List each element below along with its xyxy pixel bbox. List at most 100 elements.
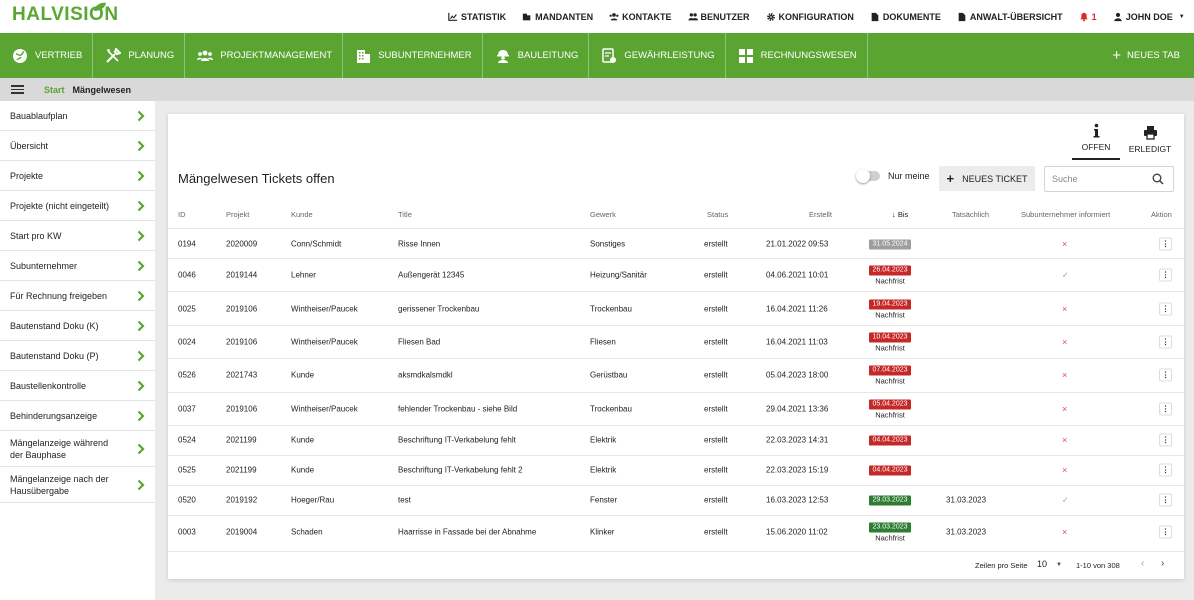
new-ticket-button[interactable]: + NEUES TICKET [939,166,1035,191]
menu-icon[interactable] [11,85,24,94]
sidebar-item-label: Mängelanzeige während der Bauphase [10,437,109,460]
mainnav-item-planung[interactable]: PLANUNG [93,33,186,78]
table-row[interactable]: 0526 2021743 Kunde aksmdkalsmdkl Gerüstbau er… [168,358,1184,391]
mainnav-item-subunternehmer[interactable]: SUBUNTERNEHMER [343,33,483,78]
sidebar-item[interactable]: Mängelanzeige während der Bauphase [0,431,155,467]
more-actions-button[interactable]: ⋮ [1159,268,1172,282]
chevron-down-icon[interactable]: ▼ [1056,562,1062,568]
topnav-item-kontakte[interactable]: KONTAKTE [609,12,672,22]
topnav-item-mandanten[interactable]: MANDANTEN [522,12,593,22]
column-tatsaechlich[interactable]: Tatsächlich [952,210,989,219]
column-projekt[interactable]: Projekt [226,210,249,219]
previous-page-button[interactable]: ‹ [1141,558,1144,569]
next-page-button[interactable]: › [1161,558,1164,569]
cell-bis: 26.04.2023 Nachfrist [865,265,915,286]
nachfrist-label: Nachfrist [875,410,905,420]
column-gewerk[interactable]: Gewerk [590,210,616,219]
table-row[interactable]: 0525 2021199 Kunde Beschriftung IT-Verkabel… [168,454,1184,485]
chevron-down-icon[interactable]: ▼ [1179,14,1185,20]
more-actions-button[interactable]: ⋮ [1159,335,1172,349]
cell-gewerk: Trockenbau [590,404,632,414]
mainnav-item-vertrieb[interactable]: VERTRIEB [0,33,94,78]
status-tabs: OFFEN ERLEDIGT [1066,120,1174,160]
cell-id: 0525 [178,465,196,475]
more-actions-button[interactable]: ⋮ [1159,525,1172,539]
search-input[interactable] [1045,167,1145,191]
mainnav-item-rechnungswesen[interactable]: RECHNUNGSWESEN [726,33,868,78]
column-bis[interactable]: ↓ Bis [892,210,908,219]
sidebar-item[interactable]: Bautenstand Doku (P) [0,341,155,371]
table-row[interactable]: 0025 2019106 Wintheiser/Paucek gerissener T… [168,291,1184,324]
new-tab-button[interactable]: + NEUES TAB [1112,33,1180,78]
nachfrist-label: Nachfrist [875,276,905,286]
due-date-badge: 07.04.2023 [869,365,911,376]
table-row[interactable]: 0520 2019192 Hoeger/Rau test Fenster erstellt… [168,484,1184,515]
tab-offen[interactable]: OFFEN [1072,120,1120,160]
mainnav-label: GEWÄHRLEISTUNG [624,50,715,61]
topnav-item-konfiguration[interactable]: KONFIGURATION [766,12,854,22]
due-date-badge: 04.04.2023 [869,465,911,476]
more-actions-button[interactable]: ⋮ [1159,463,1172,477]
sidebar-item[interactable]: Für Rechnung freigeben [0,281,155,311]
cell-title: gerissener Trockenbau [398,304,480,314]
more-actions-button[interactable]: ⋮ [1159,302,1172,316]
sidebar-item[interactable]: Bautenstand Doku (K) [0,311,155,341]
table-row[interactable]: 0003 2019004 Schaden Haarrisse in Fassade b… [168,514,1184,548]
table-row[interactable]: 0046 2019144 Lehner Außengerät 12345 Heizung… [168,258,1184,291]
more-actions-button[interactable]: ⋮ [1159,493,1172,507]
due-date-badge: 04.04.2023 [869,435,911,446]
mainnav-item-gew-hrleistung[interactable]: GEWÄHRLEISTUNG [589,33,726,78]
topnav-item-anwalt-übersicht[interactable]: ANWALT-ÜBERSICHT [957,12,1063,22]
cell-status: erstellt [704,370,728,380]
column-status[interactable]: Status [707,210,728,219]
sidebar-item[interactable]: Subunternehmer [0,251,155,281]
column-erstellt[interactable]: Erstellt [809,210,832,219]
cell-kunde: Wintheiser/Paucek [291,404,358,414]
topnav-item-dokumente[interactable]: DOKUMENTE [870,12,941,22]
topnav-item-1[interactable]: 1 [1079,12,1097,22]
more-actions-button[interactable]: ⋮ [1159,402,1172,416]
sidebar-item-label: Bautenstand Doku (P) [10,350,99,361]
only-mine-toggle[interactable]: Nur meine [856,169,930,183]
sidebar-item[interactable]: Mängelanzeige nach der Hausübergabe [0,467,155,503]
column-kunde[interactable]: Kunde [291,210,313,219]
cell-id: 0025 [178,304,196,314]
sidebar-item[interactable]: Übersicht [0,131,155,161]
sidebar-item[interactable]: Bauablaufplan [0,101,155,131]
table-row[interactable]: 0194 2020009 Conn/Schmidt Risse Innen Sonsti… [168,228,1184,258]
rows-per-page-select[interactable]: 10 [1037,559,1047,569]
table-row[interactable]: 0037 2019106 Wintheiser/Paucek fehlender Tr… [168,391,1184,425]
sidebar-item[interactable]: Projekte (nicht eingeteilt) [0,191,155,221]
cell-kunde: Hoeger/Rau [291,495,335,505]
sidebar-item[interactable]: Baustellenkontrolle [0,371,155,401]
search-icon[interactable] [1152,173,1164,185]
breadcrumb-start-link[interactable]: Start [44,85,65,95]
toggle-switch[interactable] [856,169,880,183]
topnav-item-john-doe[interactable]: JOHN DOE ▼ [1113,12,1185,22]
sidebar-item[interactable]: Projekte [0,161,155,191]
topnav-item-statistik[interactable]: STATISTIK [448,12,506,22]
topnav-item-benutzer[interactable]: BENUTZER [687,12,750,22]
logo[interactable]: HALVISION [12,2,119,26]
cell-projekt: 2021743 [226,370,258,380]
sidebar-item[interactable]: Start pro KW [0,221,155,251]
more-actions-button[interactable]: ⋮ [1159,433,1172,447]
cell-projekt: 2019004 [226,527,258,537]
chevron-right-icon [137,230,145,241]
tab-erledigt[interactable]: ERLEDIGT [1126,120,1174,160]
column-subunternehmer[interactable]: Subunternehmer informiert [1021,210,1110,219]
column-bis-label: Bis [897,210,909,219]
table-row[interactable]: 0524 2021199 Kunde Beschriftung IT-Verkabel… [168,424,1184,455]
column-id[interactable]: ID [178,210,186,219]
nachfrist-label: Nachfrist [875,310,905,320]
more-actions-button[interactable]: ⋮ [1159,237,1172,250]
mainnav-label: RECHNUNGSWESEN [760,50,857,61]
cell-status: erstellt [704,527,728,537]
column-title[interactable]: Title [398,210,412,219]
sidebar-item[interactable]: Behinderungsanzeige [0,401,155,431]
bell-icon [1079,12,1088,21]
mainnav-item-bauleitung[interactable]: BAULEITUNG [483,33,590,78]
mainnav-item-projektmanagement[interactable]: PROJEKTMANAGEMENT [185,33,344,78]
table-row[interactable]: 0024 2019106 Wintheiser/Paucek Fliesen Bad F… [168,324,1184,358]
more-actions-button[interactable]: ⋮ [1159,368,1172,382]
